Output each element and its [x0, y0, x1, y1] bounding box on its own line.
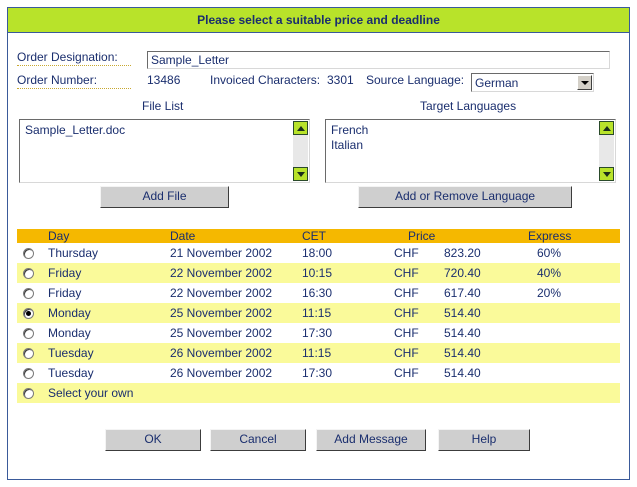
order-designation-label: Order Designation: — [17, 50, 118, 64]
cell-cet: 18:00 — [302, 246, 333, 260]
radio-button[interactable] — [23, 328, 34, 339]
table-row[interactable]: Monday 25 November 2002 17:30 CHF 514.40 — [17, 323, 620, 343]
cell-amount: 823.20 — [444, 246, 481, 260]
cell-currency: CHF — [394, 346, 419, 360]
cell-day: Friday — [48, 266, 82, 280]
cell-currency: CHF — [394, 306, 419, 320]
table-row[interactable]: Friday 22 November 2002 10:15 CHF 720.40 40% — [17, 263, 620, 283]
file-list-item[interactable]: Sample_Letter.doc — [25, 123, 125, 138]
cell-day: Tuesday — [48, 346, 94, 360]
radio-selected-dot — [26, 311, 31, 316]
column-header-day: Day — [48, 229, 70, 243]
source-language-label: Source Language: — [366, 73, 465, 87]
cell-currency: CHF — [394, 286, 419, 300]
scroll-down-icon[interactable] — [293, 167, 308, 181]
cell-day: Tuesday — [48, 366, 94, 380]
radio-button[interactable] — [23, 268, 34, 279]
order-number-label: Order Number: — [17, 73, 98, 87]
cell-currency: CHF — [394, 326, 419, 340]
cell-date: 26 November 2002 — [170, 346, 273, 360]
cell-date: 21 November 2002 — [170, 246, 273, 260]
cell-cet: 17:30 — [302, 326, 333, 340]
dialog-frame: Please select a suitable price and deadl… — [7, 7, 630, 480]
divider — [17, 88, 131, 89]
add-message-button[interactable]: Add Message — [316, 429, 426, 451]
cell-day: Friday — [48, 286, 82, 300]
radio-select-own[interactable] — [23, 388, 34, 399]
cell-express: 20% — [537, 286, 562, 300]
scroll-down-icon[interactable] — [599, 167, 614, 181]
cell-date: 22 November 2002 — [170, 286, 273, 300]
language-item-italian[interactable]: Italian — [331, 138, 368, 153]
radio-button[interactable] — [23, 288, 34, 299]
target-languages-box[interactable]: French Italian — [325, 119, 616, 183]
cell-date: 22 November 2002 — [170, 266, 273, 280]
cell-amount: 514.40 — [444, 326, 481, 340]
cell-day: Monday — [48, 326, 91, 340]
cell-amount: 514.40 — [444, 306, 481, 320]
file-list-scrollbar[interactable] — [293, 121, 308, 181]
add-file-button[interactable]: Add File — [100, 186, 229, 208]
column-header-date: Date — [170, 229, 196, 243]
table-row[interactable]: Tuesday 26 November 2002 17:30 CHF 514.40 — [17, 363, 620, 383]
cell-express: 60% — [537, 246, 562, 260]
cell-express: 40% — [537, 266, 562, 280]
cell-cet: 17:30 — [302, 366, 333, 380]
cell-date: 25 November 2002 — [170, 306, 273, 320]
order-number-value: 13486 — [147, 73, 181, 87]
table-row-select-own[interactable]: Select your own — [17, 383, 620, 403]
column-header-express: Express — [528, 229, 572, 243]
cell-cet: 16:30 — [302, 286, 333, 300]
table-row[interactable]: Monday 25 November 2002 11:15 CHF 514.40 — [17, 303, 620, 323]
dialog-title: Please select a suitable price and deadl… — [8, 8, 629, 33]
cell-amount: 617.40 — [444, 286, 481, 300]
invoiced-characters-value: 3301 — [327, 73, 354, 87]
table-row[interactable]: Thursday 21 November 2002 18:00 CHF 823.20 60… — [17, 243, 620, 263]
invoiced-characters-label: Invoiced Characters: — [210, 73, 321, 87]
source-language-select[interactable]: German — [471, 73, 594, 92]
add-remove-language-button[interactable]: Add or Remove Language — [358, 186, 572, 208]
cell-amount: 720.40 — [444, 266, 481, 280]
cell-day: Thursday — [48, 246, 99, 260]
divider — [17, 65, 131, 66]
language-item-french[interactable]: French — [331, 123, 368, 138]
cell-amount: 514.40 — [444, 366, 481, 380]
radio-button[interactable] — [23, 348, 34, 359]
help-button[interactable]: Help — [438, 429, 530, 451]
dropdown-arrow-icon[interactable] — [577, 75, 592, 90]
cell-cet: 11:15 — [302, 306, 332, 320]
radio-button[interactable] — [23, 308, 34, 319]
ok-button[interactable]: OK — [105, 429, 201, 451]
file-list-box[interactable]: Sample_Letter.doc — [19, 119, 310, 183]
deadline-table: Day Date CET Price Express Thursday 21 No… — [17, 229, 620, 403]
table-header: Day Date CET Price Express — [17, 229, 620, 243]
radio-button[interactable] — [23, 368, 34, 379]
cell-currency: CHF — [394, 246, 419, 260]
target-languages-scrollbar[interactable] — [599, 121, 614, 181]
scroll-up-icon[interactable] — [599, 121, 614, 135]
cell-currency: CHF — [394, 366, 419, 380]
cancel-button[interactable]: Cancel — [210, 429, 306, 451]
source-language-value: German — [475, 76, 519, 90]
scroll-up-icon[interactable] — [293, 121, 308, 135]
cell-day: Monday — [48, 306, 91, 320]
cell-cet: 10:15 — [302, 266, 333, 280]
file-list-heading: File List — [142, 99, 184, 113]
cell-amount: 514.40 — [444, 346, 481, 360]
column-header-price: Price — [408, 229, 436, 243]
radio-button[interactable] — [23, 248, 34, 259]
cell-currency: CHF — [394, 266, 419, 280]
cell-cet: 11:15 — [302, 346, 332, 360]
cell-date: 26 November 2002 — [170, 366, 273, 380]
table-row[interactable]: Tuesday 26 November 2002 11:15 CHF 514.40 — [17, 343, 620, 363]
order-designation-input[interactable]: Sample_Letter — [147, 51, 610, 69]
target-languages-heading: Target Languages — [420, 99, 517, 113]
select-own-label: Select your own — [48, 386, 134, 400]
column-header-cet: CET — [302, 229, 326, 243]
table-row[interactable]: Friday 22 November 2002 16:30 CHF 617.40 20% — [17, 283, 620, 303]
cell-date: 25 November 2002 — [170, 326, 273, 340]
